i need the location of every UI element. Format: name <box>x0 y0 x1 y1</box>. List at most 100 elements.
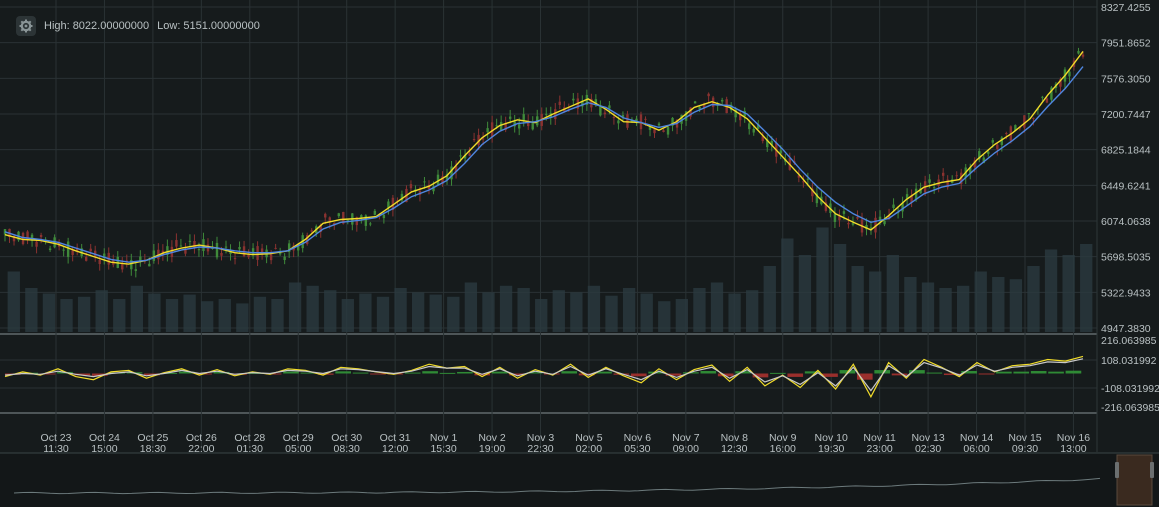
macd-tick-label: 216.063985 <box>1101 335 1157 347</box>
candle-body <box>238 247 241 250</box>
candle-body <box>1045 98 1049 103</box>
volume-bar <box>60 299 73 332</box>
volume-bar <box>956 285 970 332</box>
candle-body <box>495 125 498 127</box>
macd-histogram-bar <box>787 373 804 377</box>
volume-bar <box>77 296 91 332</box>
volume-bar <box>429 294 442 332</box>
volume-bar <box>7 271 20 332</box>
volume-bar <box>25 288 38 332</box>
volume-bar <box>271 299 284 332</box>
high-low-readout: High: 8022.00000000 Low: 5151.00000000 <box>16 14 268 38</box>
volume-bar <box>1027 266 1040 332</box>
y-tick-label: 6449.6241 <box>1101 180 1151 192</box>
candle-body <box>310 230 313 232</box>
volume-bar <box>165 299 179 332</box>
y-tick-label: 8327.4255 <box>1101 2 1151 14</box>
candle-body <box>991 140 994 143</box>
settings-button[interactable] <box>16 16 36 36</box>
macd-histogram-bar <box>352 372 369 374</box>
y-tick-label: 5322.9433 <box>1101 287 1151 299</box>
high-value: 8022.00000000 <box>72 20 150 32</box>
macd-histogram-bar <box>439 372 456 374</box>
volume-bar <box>675 299 689 332</box>
macd-histogram-bar <box>822 373 838 377</box>
candle-body <box>26 231 29 241</box>
volume-bar <box>464 282 478 332</box>
candle-body <box>1081 54 1085 57</box>
volume-bar <box>183 294 196 332</box>
volume-bar <box>746 290 759 332</box>
volume-bar <box>851 266 864 332</box>
volume-bar <box>587 285 601 332</box>
macd-histogram-bar <box>404 372 421 374</box>
candle-body <box>373 210 377 215</box>
candle-body <box>39 234 43 238</box>
volume-bar <box>886 255 899 332</box>
low-label: Low: <box>157 20 181 32</box>
price-candles <box>3 47 1085 278</box>
volume-bar <box>693 288 706 332</box>
volume-bar <box>341 299 354 332</box>
volume-bar <box>113 299 126 332</box>
macd-histogram-bar <box>283 371 299 374</box>
volume-bar <box>499 285 513 332</box>
candle-body <box>531 122 534 130</box>
candle-body <box>369 223 372 225</box>
volume-bar <box>1044 249 1058 332</box>
candle-body <box>892 204 895 209</box>
candle-body <box>693 101 697 104</box>
volume-bar <box>974 271 987 332</box>
candle-body <box>71 250 74 256</box>
gear-icon <box>19 19 33 33</box>
candle-body <box>21 232 25 245</box>
navigator-handle-right[interactable] <box>1150 462 1154 478</box>
y-tick-label: 5698.5035 <box>1101 252 1151 264</box>
macd-histogram-bar <box>1048 371 1064 374</box>
low-value: 5151.00000000 <box>183 20 260 32</box>
y-tick-label: 7951.8652 <box>1101 38 1151 50</box>
candle-body <box>612 117 616 119</box>
candle-body <box>215 242 219 258</box>
macd-histogram-bar <box>978 373 995 375</box>
volume-bar <box>324 290 337 332</box>
candle-body <box>179 245 183 247</box>
candle-body <box>1041 96 1044 98</box>
candle-body <box>1027 113 1031 115</box>
candle-body <box>251 248 255 255</box>
navigator-selection[interactable] <box>1116 454 1153 506</box>
candle-body <box>1005 132 1008 134</box>
volume-bar <box>992 277 1005 332</box>
x-axis-labels: Oct 2311:30Oct 2415:00Oct 2518:30Oct 262… <box>41 432 1091 455</box>
candle-body <box>148 263 151 267</box>
volume-bar <box>130 285 144 332</box>
y-tick-label: 6825.1844 <box>1101 145 1151 157</box>
y-tick-label: 7576.3050 <box>1101 73 1151 85</box>
volume-bar <box>622 288 636 332</box>
candle-body <box>748 123 751 130</box>
macd-histogram-bar <box>630 373 647 377</box>
volume-bar <box>447 296 460 332</box>
volume-bar <box>482 292 495 332</box>
candle-body <box>152 250 156 261</box>
candle-body <box>572 98 575 101</box>
volume-bar <box>517 288 530 332</box>
volume-bar <box>640 293 653 332</box>
volume-bars <box>7 227 1093 332</box>
navigator[interactable] <box>0 452 1159 507</box>
candle-body <box>833 213 837 222</box>
navigator-handle-left[interactable] <box>1115 462 1119 478</box>
macd-histogram-bar <box>700 371 717 374</box>
candle-body <box>698 107 701 110</box>
candle-body <box>134 269 138 271</box>
volume-bar <box>359 293 372 332</box>
volume-bar <box>798 255 812 332</box>
candle-body <box>1077 50 1080 54</box>
candle-body <box>603 112 607 115</box>
volume-bar <box>939 288 952 332</box>
chart-canvas[interactable]: 8327.4255 7951.8652 7576.3050 7200.7447 6825… <box>0 0 1159 507</box>
macd-tick-label: -108.031992 <box>1101 383 1159 395</box>
volume-bar <box>1080 244 1093 332</box>
volume-bar <box>218 299 231 332</box>
macd-histogram-bar <box>1065 370 1082 374</box>
